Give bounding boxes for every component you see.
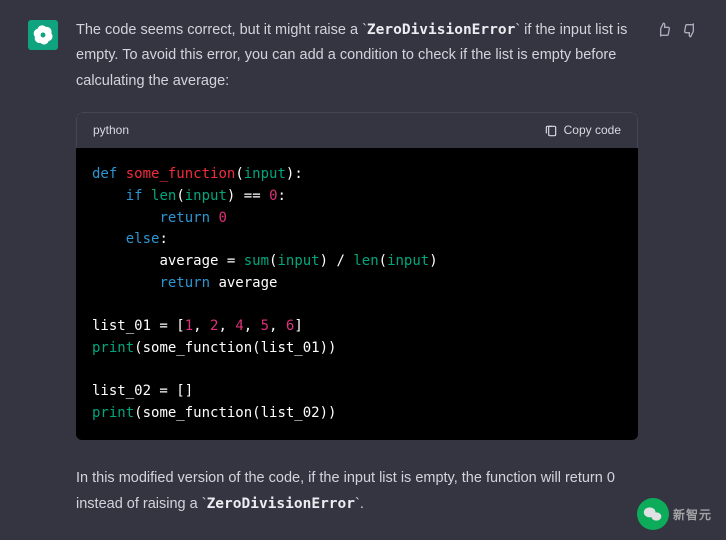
watermark: 新智元 — [637, 498, 712, 530]
code-block: python Copy code def some_function(input… — [76, 112, 638, 440]
response-paragraph-1: The code seems correct, but it might rai… — [76, 18, 638, 94]
message-content: The code seems correct, but it might rai… — [76, 18, 638, 535]
thumbs-up-icon[interactable] — [656, 22, 672, 38]
openai-logo-icon — [33, 25, 53, 45]
inline-code: ZeroDivisionError — [207, 496, 355, 512]
clipboard-icon — [544, 124, 558, 138]
wechat-icon — [637, 498, 669, 530]
copy-code-button[interactable]: Copy code — [544, 120, 621, 141]
watermark-text: 新智元 — [673, 506, 712, 523]
response-paragraph-2: In this modified version of the code, if… — [76, 466, 638, 517]
code-content[interactable]: def some_function(input): if len(input) … — [76, 148, 638, 440]
assistant-avatar — [28, 20, 58, 50]
message-row: The code seems correct, but it might rai… — [28, 18, 698, 535]
copy-code-label: Copy code — [564, 120, 621, 141]
feedback-actions — [656, 22, 698, 38]
code-header: python Copy code — [76, 112, 638, 148]
code-language-label: python — [93, 120, 129, 141]
thumbs-down-icon[interactable] — [682, 22, 698, 38]
inline-code: ZeroDivisionError — [367, 22, 515, 38]
